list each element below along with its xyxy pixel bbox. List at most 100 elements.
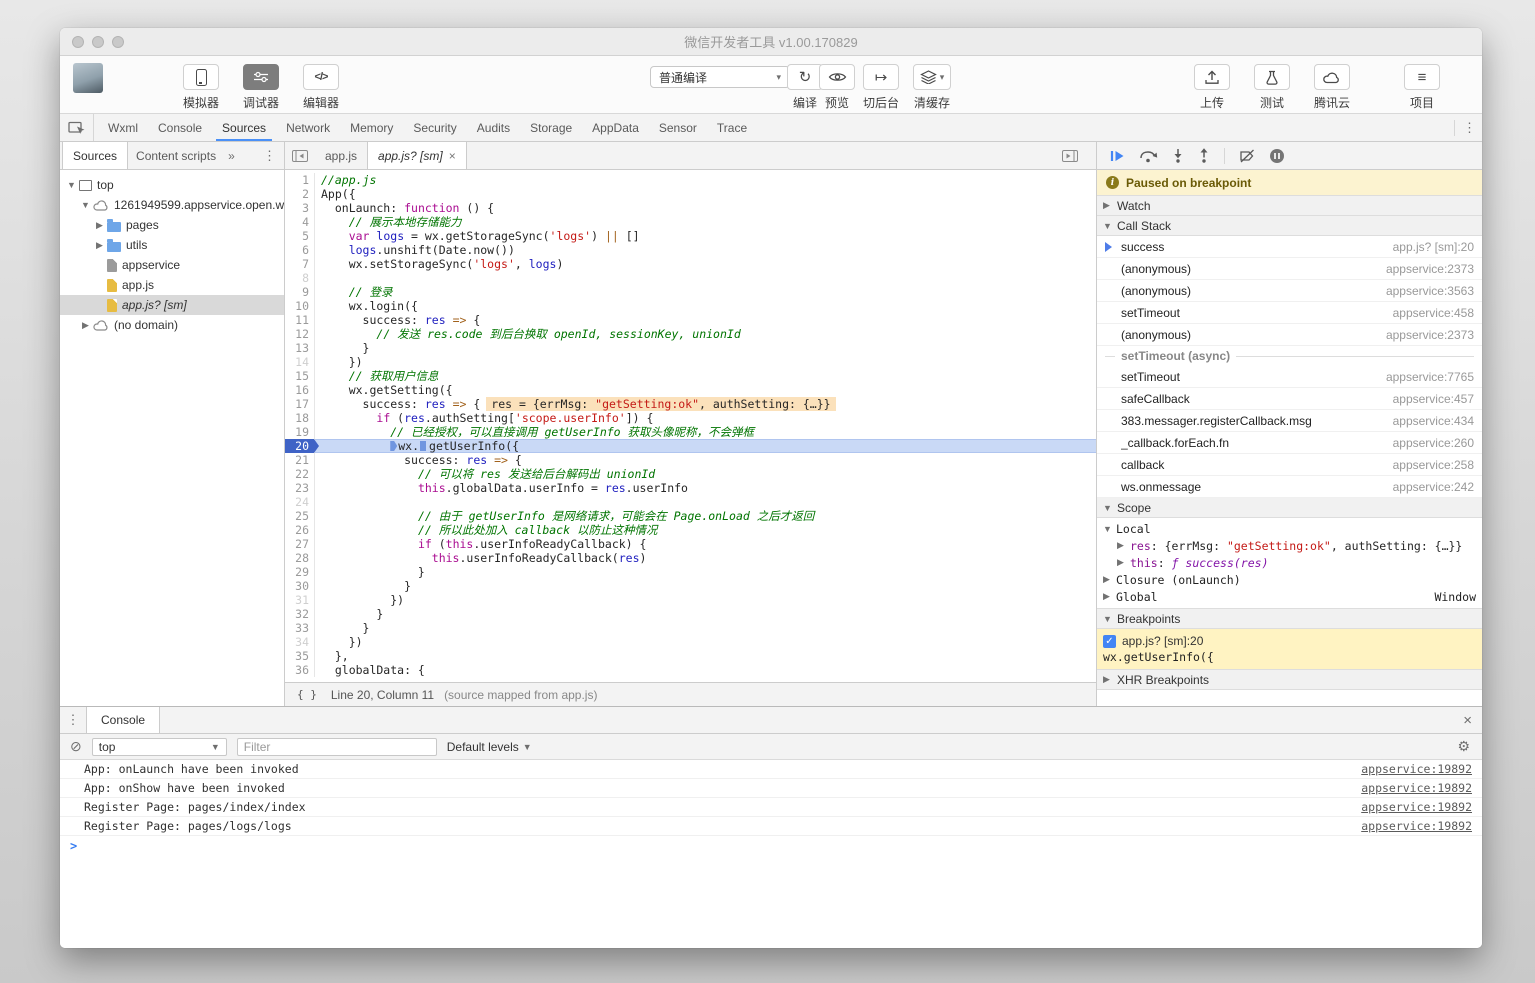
devtools-tab-sources[interactable]: Sources [212, 114, 276, 141]
line-number-10[interactable]: 10 [285, 299, 315, 313]
hide-navigator-button[interactable] [285, 142, 315, 169]
code-line-32[interactable]: 32 } [285, 607, 1096, 621]
code-line-12[interactable]: 12 // 发送 res.code 到后台换取 openId, sessionK… [285, 327, 1096, 341]
frame-location[interactable]: appservice:3563 [1386, 284, 1474, 298]
inspect-element-button[interactable] [60, 114, 94, 141]
code-line-11[interactable]: 11 success: res => { [285, 313, 1096, 327]
scope-variable[interactable]: ▶this: ƒ success(res) [1097, 554, 1482, 571]
call-stack-frame[interactable]: (anonymous)appservice:2373 [1097, 324, 1482, 346]
line-number-8[interactable]: 8 [285, 271, 315, 285]
watch-section-header[interactable]: ▶ Watch [1097, 195, 1482, 216]
call-stack-section-header[interactable]: ▼ Call Stack [1097, 215, 1482, 236]
frame-location[interactable]: appservice:258 [1393, 458, 1474, 472]
code-line-30[interactable]: 30 } [285, 579, 1096, 593]
frame-location[interactable]: appservice:260 [1393, 436, 1474, 450]
deactivate-breakpoints-button[interactable] [1239, 149, 1255, 163]
line-number-36[interactable]: 36 [285, 663, 315, 677]
console-source-link[interactable]: appservice:19892 [1361, 781, 1472, 795]
code-line-2[interactable]: 2App({ [285, 187, 1096, 201]
tree-item-app-js[interactable]: app.js [60, 275, 284, 295]
close-window-icon[interactable] [72, 36, 84, 48]
continue-to-marker[interactable] [390, 441, 397, 451]
tree-expander-icon[interactable]: ▶ [94, 240, 105, 251]
code-line-20[interactable]: 20 wx.getUserInfo({ [285, 439, 1096, 453]
chevron-right-icon[interactable]: ▶ [1117, 540, 1126, 551]
code-line-4[interactable]: 4 // 展示本地存储能力 [285, 215, 1096, 229]
resume-button[interactable] [1109, 149, 1125, 163]
tree-item-app-js-sm-[interactable]: app.js? [sm] [60, 295, 284, 315]
devtools-tab-network[interactable]: Network [276, 114, 340, 141]
devtools-tab-appdata[interactable]: AppData [582, 114, 649, 141]
maximize-window-icon[interactable] [112, 36, 124, 48]
tree-expander-icon[interactable]: ▼ [66, 180, 77, 190]
frame-location[interactable]: app.js? [sm]:20 [1393, 240, 1474, 254]
code-line-15[interactable]: 15 // 获取用户信息 [285, 369, 1096, 383]
line-number-20[interactable]: 20 [285, 439, 315, 453]
line-number-19[interactable]: 19 [285, 425, 315, 439]
devtools-tab-wxml[interactable]: Wxml [98, 114, 148, 141]
frame-location[interactable]: appservice:2373 [1386, 262, 1474, 276]
line-number-4[interactable]: 4 [285, 215, 315, 229]
tree-expander-icon[interactable]: ▼ [80, 200, 91, 210]
project-button[interactable]: ≡ 项目 [1390, 64, 1454, 111]
code-line-36[interactable]: 36 globalData: { [285, 663, 1096, 677]
scope-global[interactable]: ▶ Global Window [1097, 588, 1482, 605]
code-line-18[interactable]: 18 if (res.authSetting['scope.userInfo']… [285, 411, 1096, 425]
tree-expander-icon[interactable]: ▶ [80, 320, 91, 331]
line-number-7[interactable]: 7 [285, 257, 315, 271]
continue-to-marker[interactable] [420, 441, 426, 451]
line-number-26[interactable]: 26 [285, 523, 315, 537]
traffic-lights[interactable] [72, 36, 124, 48]
frame-location[interactable]: appservice:2373 [1386, 328, 1474, 342]
close-drawer-icon[interactable]: × [1463, 707, 1472, 733]
devtools-tab-audits[interactable]: Audits [467, 114, 520, 141]
scope-local[interactable]: ▼ Local [1097, 520, 1482, 537]
code-line-29[interactable]: 29 } [285, 565, 1096, 579]
chevron-right-icon[interactable]: ▶ [1117, 557, 1126, 568]
upload-button[interactable]: 上传 [1180, 64, 1244, 111]
compile-mode-select[interactable]: 普通编译 ▾ [650, 66, 790, 88]
call-stack-frame[interactable]: setTimeoutappservice:7765 [1097, 366, 1482, 388]
tab-sources[interactable]: Sources [62, 142, 128, 169]
line-number-15[interactable]: 15 [285, 369, 315, 383]
breakpoint-location[interactable]: app.js? [sm]:20 [1122, 634, 1203, 648]
line-number-14[interactable]: 14 [285, 355, 315, 369]
clear-console-icon[interactable]: ⊘ [70, 738, 82, 755]
line-number-2[interactable]: 2 [285, 187, 315, 201]
frame-location[interactable]: appservice:458 [1393, 306, 1474, 320]
frame-location[interactable]: appservice:434 [1393, 414, 1474, 428]
tree-item-utils[interactable]: ▶utils [60, 235, 284, 255]
scope-closure[interactable]: ▶ Closure (onLaunch) [1097, 571, 1482, 588]
devtools-tab-security[interactable]: Security [403, 114, 466, 141]
line-number-9[interactable]: 9 [285, 285, 315, 299]
close-tab-icon[interactable]: × [449, 149, 456, 163]
code-line-5[interactable]: 5 var logs = wx.getStorageSync('logs') |… [285, 229, 1096, 243]
code-line-35[interactable]: 35 }, [285, 649, 1096, 663]
call-stack-frame[interactable]: setTimeoutappservice:458 [1097, 302, 1482, 324]
code-line-3[interactable]: 3 onLaunch: function () { [285, 201, 1096, 215]
tree-item-pages[interactable]: ▶pages [60, 215, 284, 235]
breakpoint-entry[interactable]: ✓app.js? [sm]:20wx.getUserInfo({ [1097, 629, 1482, 670]
code-line-10[interactable]: 10 wx.login({ [285, 299, 1096, 313]
call-stack-frame[interactable]: 383.messager.registerCallback.msgappserv… [1097, 410, 1482, 432]
line-number-35[interactable]: 35 [285, 649, 315, 663]
test-button[interactable]: 测试 [1240, 64, 1304, 111]
line-number-28[interactable]: 28 [285, 551, 315, 565]
line-number-31[interactable]: 31 [285, 593, 315, 607]
line-number-29[interactable]: 29 [285, 565, 315, 579]
code-line-24[interactable]: 24 [285, 495, 1096, 509]
more-options-icon[interactable]: ⋮ [1463, 120, 1476, 136]
clear-cache-button[interactable]: ▾ 清缓存 [900, 64, 964, 111]
xhr-breakpoints-section-header[interactable]: ▶ XHR Breakpoints [1097, 669, 1482, 690]
code-line-16[interactable]: 16 wx.getSetting({ [285, 383, 1096, 397]
line-number-22[interactable]: 22 [285, 467, 315, 481]
scope-variable[interactable]: ▶res: {errMsg: "getSetting:ok", authSett… [1097, 537, 1482, 554]
editor-button[interactable]: </> 编辑器 [289, 64, 353, 111]
log-levels-select[interactable]: Default levels ▼ [447, 740, 532, 754]
frame-location[interactable]: appservice:242 [1393, 480, 1474, 494]
call-stack-frame[interactable]: ws.onmessageappservice:242 [1097, 476, 1482, 498]
filter-input[interactable] [237, 738, 437, 756]
line-number-21[interactable]: 21 [285, 453, 315, 467]
code-line-28[interactable]: 28 this.userInfoReadyCallback(res) [285, 551, 1096, 565]
tree-item-appservice[interactable]: appservice [60, 255, 284, 275]
